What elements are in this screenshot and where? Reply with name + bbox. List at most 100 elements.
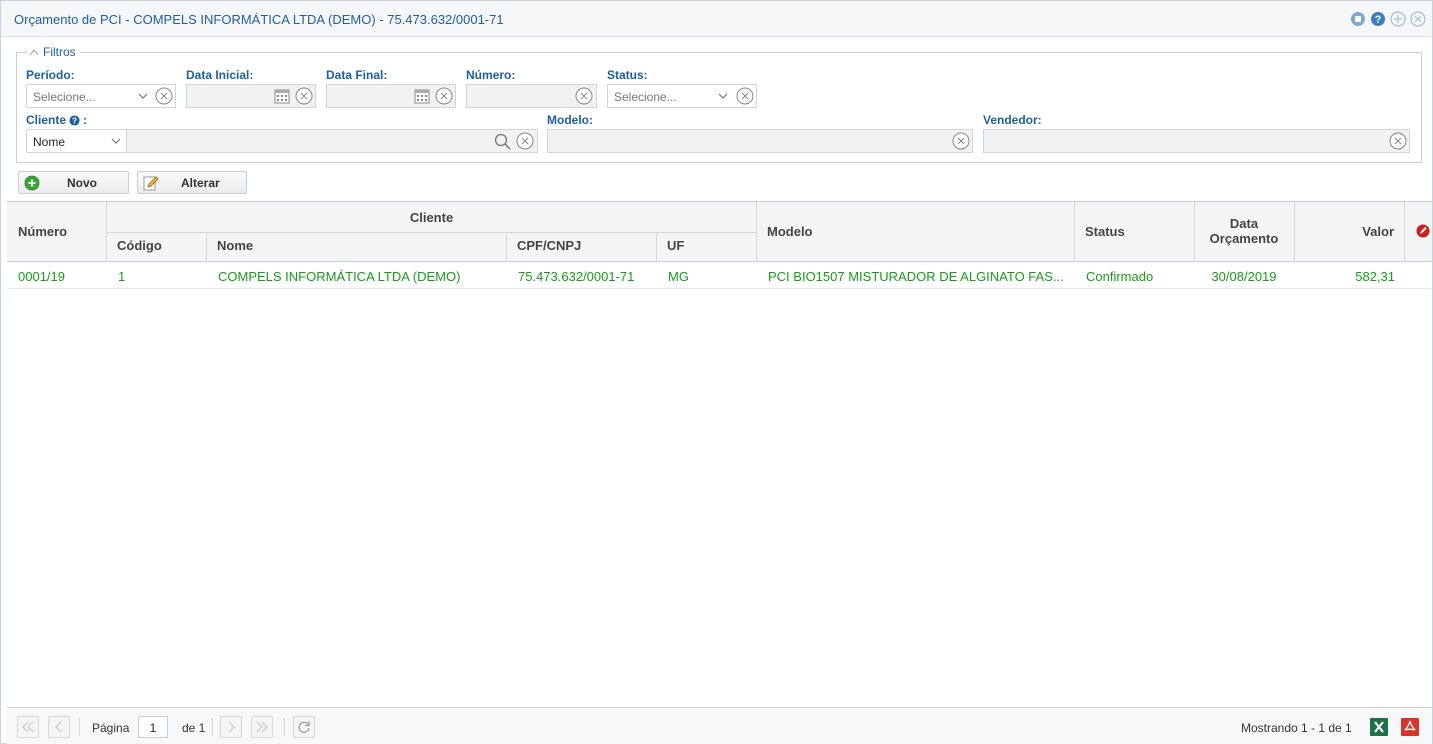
col-modelo-header[interactable]: Modelo [767, 224, 813, 239]
refresh-icon [298, 721, 310, 733]
alterar-button[interactable]: Alterar [137, 171, 247, 194]
pdf-export-icon[interactable] [1401, 718, 1419, 736]
chevron-right-icon [228, 721, 235, 733]
svg-text:?: ? [72, 116, 77, 125]
pager-separator [212, 718, 213, 736]
cliente-label-text: Cliente [26, 113, 67, 127]
col-numero-header[interactable]: Número [18, 224, 67, 239]
chevron-left-icon [55, 721, 62, 733]
header-divider [206, 232, 207, 262]
col-nome-header[interactable]: Nome [217, 238, 253, 253]
edit-pencil-icon [143, 176, 159, 191]
cliente-search-field[interactable] [126, 129, 538, 153]
col-data-header-line2[interactable]: Orçamento [1194, 231, 1294, 246]
pagination-bar: Página 1 de 1 Mostrando 1 - 1 de 1 [7, 709, 1432, 744]
periodo-label: Período: [26, 68, 75, 82]
cell-numero: 0001/19 [18, 269, 65, 284]
calendar-icon[interactable] [414, 88, 430, 104]
header-divider [506, 232, 507, 262]
header-divider [1404, 202, 1405, 262]
clear-icon[interactable] [952, 132, 970, 150]
col-cpf-cnpj-header[interactable]: CPF/CNPJ [517, 238, 581, 253]
help-icon[interactable]: ? [69, 114, 80, 126]
double-chevron-left-icon [22, 721, 34, 733]
refresh-button[interactable] [293, 716, 315, 738]
filters-legend[interactable]: Filtros [27, 45, 80, 59]
data-final-label: Data Final: [326, 68, 388, 82]
header-divider [656, 232, 657, 262]
collapse-icon[interactable] [1350, 11, 1366, 27]
add-icon [24, 175, 40, 191]
clear-icon[interactable] [516, 132, 534, 150]
help-icon[interactable]: ? [1370, 11, 1386, 27]
prev-page-button[interactable] [48, 716, 70, 738]
main-window: Orçamento de PCI - COMPELS INFORMÁTICA L… [0, 0, 1433, 744]
clear-icon[interactable] [155, 87, 173, 105]
chevron-down-icon[interactable] [138, 91, 148, 101]
clear-icon[interactable] [435, 87, 453, 105]
col-valor-header[interactable]: Valor [1294, 224, 1394, 239]
cliente-label-colon: : [83, 113, 88, 127]
clear-icon[interactable] [295, 87, 313, 105]
numero-label: Número: [466, 68, 516, 82]
data-final-field[interactable] [326, 84, 456, 108]
novo-button[interactable]: Novo [18, 171, 129, 194]
filters-legend-label: Filtros [43, 45, 76, 59]
calendar-icon[interactable] [274, 88, 290, 104]
chevron-down-icon[interactable] [111, 136, 121, 146]
col-cliente-group-header: Cliente [409, 210, 454, 225]
cliente-type-value: Nome [33, 135, 66, 149]
svg-text:?: ? [1375, 14, 1382, 26]
pager-separator [79, 718, 80, 736]
cell-data-orcamento: 30/08/2019 [1211, 269, 1277, 284]
cell-uf: MG [668, 269, 689, 284]
clear-icon[interactable] [575, 87, 593, 105]
pagina-label: Página [92, 721, 130, 735]
periodo-select[interactable]: Selecione... [26, 84, 176, 108]
alterar-label: Alterar [181, 176, 220, 190]
window-title: Orçamento de PCI - COMPELS INFORMÁTICA L… [14, 12, 504, 27]
pager-separator [284, 718, 285, 736]
status-placeholder: Selecione... [614, 90, 677, 104]
col-data-header-line1[interactable]: Data [1194, 216, 1294, 231]
col-status-header[interactable]: Status [1085, 224, 1125, 239]
close-icon[interactable] [1410, 11, 1426, 27]
cell-nome: COMPELS INFORMÁTICA LTDA (DEMO) [218, 269, 461, 284]
modelo-field[interactable] [547, 129, 973, 153]
last-page-button[interactable] [251, 716, 273, 738]
cliente-type-select[interactable]: Nome [26, 129, 127, 153]
data-inicial-field[interactable] [186, 84, 316, 108]
search-icon[interactable] [494, 133, 511, 150]
cell-cpf-cnpj: 75.473.632/0001-71 [518, 269, 635, 284]
vendedor-label: Vendedor: [983, 113, 1042, 127]
next-page-button[interactable] [220, 716, 242, 738]
cliente-label: Cliente ? : [26, 113, 87, 127]
display-count: Mostrando 1 - 1 de 1 [1241, 721, 1352, 735]
cell-modelo: PCI BIO1507 MISTURADOR DE ALGINATO FAS..… [768, 269, 1064, 284]
cell-status: Confirmado [1086, 269, 1154, 284]
clear-icon[interactable] [736, 87, 754, 105]
header-group-divider [106, 232, 757, 233]
novo-label: Novo [67, 176, 97, 190]
numero-field[interactable] [466, 84, 597, 108]
status-select[interactable]: Selecione... [607, 84, 757, 108]
chevron-down-icon[interactable] [718, 91, 728, 101]
col-codigo-header[interactable]: Código [117, 238, 162, 253]
maximize-icon[interactable] [1390, 11, 1406, 27]
clear-filters-icon[interactable] [1416, 224, 1430, 238]
first-page-button[interactable] [17, 716, 39, 738]
col-uf-header[interactable]: UF [667, 238, 684, 253]
double-chevron-right-icon [256, 721, 268, 733]
status-label: Status: [607, 68, 648, 82]
table-row[interactable]: 0001/19 1 COMPELS INFORMÁTICA LTDA (DEMO… [7, 263, 1432, 289]
vendedor-field[interactable] [983, 129, 1410, 153]
window-tools: ? [1350, 11, 1426, 27]
cell-valor: 582,31 [1355, 269, 1395, 284]
page-number-input[interactable]: 1 [138, 716, 168, 738]
data-inicial-label: Data Inicial: [186, 68, 254, 82]
modelo-label: Modelo: [547, 113, 593, 127]
grid-header: Número Cliente Código Nome CPF/CNPJ UF M… [7, 202, 1432, 262]
clear-icon[interactable] [1389, 132, 1407, 150]
excel-export-icon[interactable] [1370, 718, 1388, 736]
orcamento-grid: Número Cliente Código Nome CPF/CNPJ UF M… [7, 201, 1432, 708]
